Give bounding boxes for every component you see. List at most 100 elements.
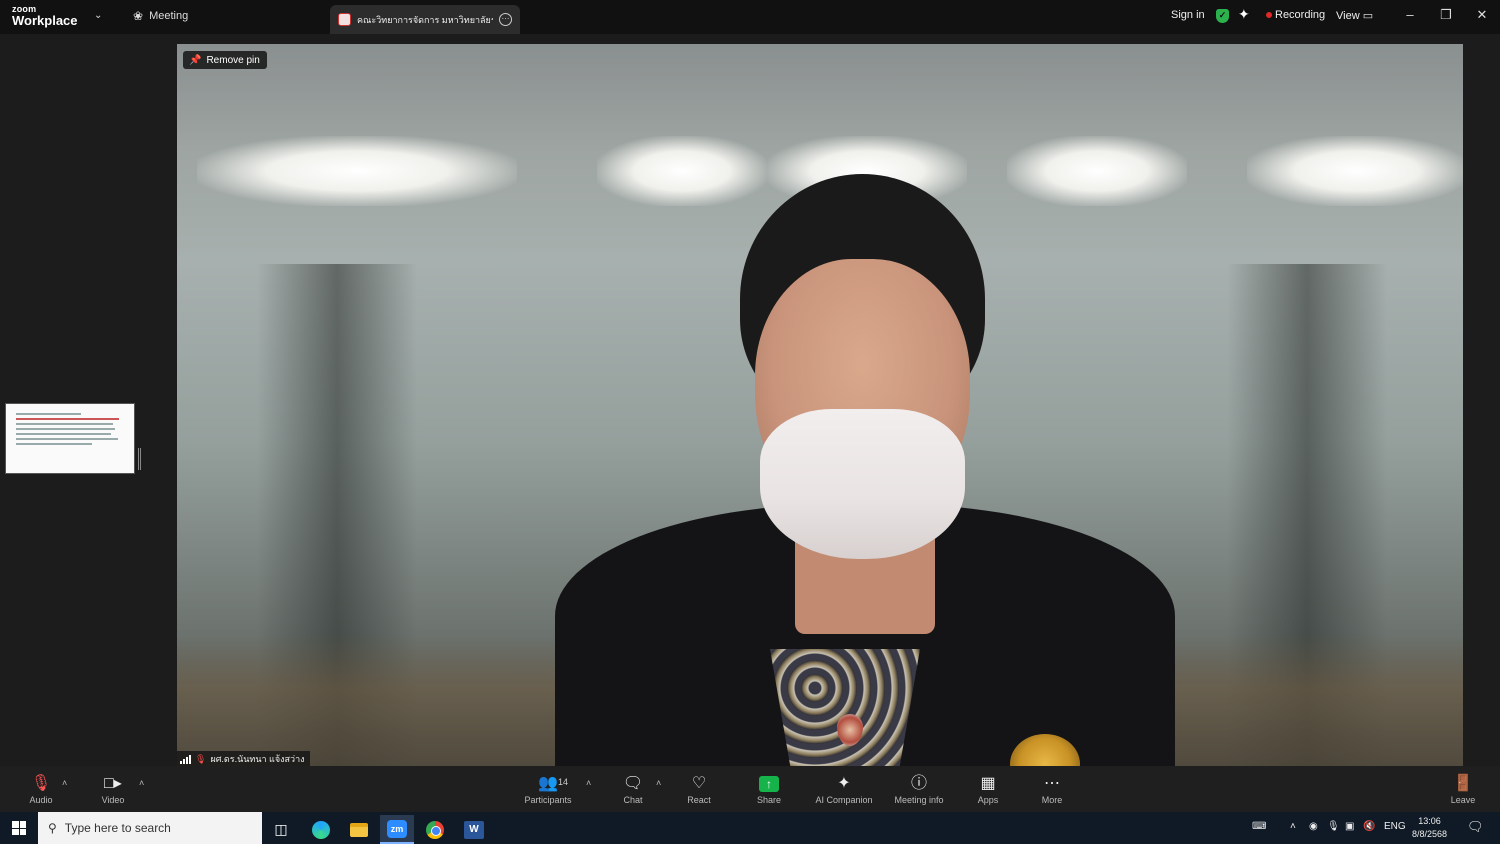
view-button[interactable]: View ▭ — [1336, 9, 1373, 22]
leave-icon: 🚪 — [1453, 775, 1473, 792]
tray-chevron-up-icon[interactable]: ˄ — [1290, 821, 1296, 832]
search-icon: ⚲ — [48, 821, 57, 835]
react-button[interactable]: ♡ React — [684, 774, 714, 805]
notification-icon[interactable]: 🗨 — [1467, 819, 1484, 835]
doc-line — [16, 423, 114, 425]
more-icon: ⋯ — [1044, 775, 1060, 792]
active-tab-title: คณะวิทยาการจัดการ มหาวิทยาลัยราชภัฏ — [357, 14, 493, 25]
taskbar-clock[interactable]: 13:06 8/8/2568 — [1412, 815, 1447, 841]
doc-line — [16, 443, 92, 445]
keyboard-icon[interactable]: ⌨ — [1252, 821, 1266, 832]
camera-icon[interactable]: ◉ — [1309, 821, 1318, 832]
doc-line — [16, 413, 81, 415]
network-icon[interactable]: ▣ — [1345, 821, 1354, 832]
favicon-icon — [338, 13, 351, 26]
chat-caret-icon[interactable]: ˄ — [656, 778, 661, 788]
audio-button[interactable]: 🎙 Audio — [26, 774, 56, 805]
close-icon[interactable]: ✕ — [1472, 7, 1492, 23]
meeting-info-label: Meeting info — [894, 795, 944, 805]
more-options-icon[interactable]: ⋯ — [499, 13, 512, 26]
more-button[interactable]: ⋯ More — [1037, 774, 1067, 805]
resize-handle[interactable] — [138, 448, 141, 470]
share-button[interactable]: ↑ Share — [752, 774, 786, 805]
share-label: Share — [756, 795, 782, 805]
restore-icon[interactable]: ❐ — [1436, 7, 1456, 23]
edge-browser-icon[interactable] — [304, 815, 338, 844]
more-label: More — [1041, 795, 1063, 805]
video-button[interactable]: □▸ Video — [98, 774, 128, 805]
view-label: View — [1336, 10, 1360, 22]
ai-sparkle-icon: ✦ — [837, 775, 851, 792]
search-placeholder: Type here to search — [64, 821, 171, 835]
chrome-browser-icon[interactable] — [418, 815, 452, 844]
pinned-video[interactable] — [177, 44, 1463, 766]
task-view-icon[interactable]: ◫ — [264, 815, 298, 844]
signal-bars-icon — [180, 754, 191, 764]
word-app-icon[interactable]: W — [457, 815, 491, 844]
meeting-toolbar: 🎙 Audio ˄ □▸ Video ˄ 👥 14 Participants ˄… — [0, 766, 1500, 812]
video-camera-icon: □▸ — [104, 775, 122, 792]
windows-start-icon[interactable] — [12, 821, 26, 835]
brand-workplace: Workplace — [12, 13, 78, 28]
recording-indicator[interactable]: Recording — [1266, 9, 1325, 21]
share-icon: ↑ — [752, 774, 786, 794]
chevron-down-icon[interactable]: ⌄ — [94, 10, 102, 21]
doc-line — [16, 428, 116, 430]
participants-button[interactable]: 👥 14 Participants — [520, 774, 576, 805]
clock-time: 13:06 — [1418, 816, 1441, 826]
participant-video-person — [555, 174, 1175, 766]
participant-name-tag: 🎙 ผศ.ดร.นันทนา แจ้งสว่าง — [177, 751, 310, 767]
tab-meeting[interactable]: ❀ Meeting — [133, 9, 188, 23]
muted-mic-icon: 🎙 — [195, 753, 207, 764]
leave-button[interactable]: 🚪 Leave — [1447, 774, 1479, 805]
doc-line — [16, 438, 118, 440]
recording-label: Recording — [1275, 9, 1326, 21]
windows-taskbar: ⚲ Type here to search ◫ zm W ⌨ ˄ ◉ 🎙 ▣ 🔇… — [0, 812, 1500, 844]
shield-check-icon[interactable]: ✓ — [1216, 9, 1229, 23]
tab-active-meeting[interactable]: คณะวิทยาการจัดการ มหาวิทยาลัยราชภัฏ ⋯ — [330, 5, 520, 34]
chat-button[interactable]: 🗨 Chat — [618, 774, 648, 805]
tab-meeting-label: Meeting — [149, 10, 189, 22]
input-language[interactable]: ENG — [1384, 821, 1406, 832]
audio-options-caret-icon[interactable]: ˄ — [62, 778, 67, 788]
mic-muted-icon: 🎙 — [30, 775, 52, 792]
zoom-workplace-logo: zoom Workplace — [12, 5, 78, 28]
ai-companion-label: AI Companion — [815, 795, 873, 805]
participant-name: ผศ.ดร.นันทนา แจ้งสว่าง — [210, 754, 305, 764]
recording-dot-icon — [1266, 12, 1272, 19]
meeting-info-button[interactable]: ⓘ Meeting info — [890, 774, 948, 805]
chat-label: Chat — [623, 795, 643, 805]
video-options-caret-icon[interactable]: ˄ — [139, 778, 144, 788]
remove-pin-button[interactable]: 📌 Remove pin — [183, 51, 267, 69]
speaker-muted-icon[interactable]: 🔇 — [1363, 821, 1375, 832]
chat-icon: 🗨 — [622, 775, 644, 792]
react-label: React — [687, 795, 711, 805]
ai-companion-button[interactable]: ✦ AI Companion — [812, 774, 876, 805]
blouse — [770, 649, 920, 766]
clock-date: 8/8/2568 — [1412, 829, 1448, 839]
taskbar-search[interactable]: ⚲ Type here to search — [38, 812, 262, 844]
view-layout-icon: ▭ — [1362, 10, 1374, 22]
heart-icon: ♡ — [691, 775, 707, 792]
doc-line — [16, 418, 119, 420]
zoom-app-icon[interactable]: zm — [380, 815, 414, 844]
video-label: Video — [101, 795, 125, 805]
apps-label: Apps — [977, 795, 999, 805]
participant-count: 14 — [558, 777, 569, 787]
ceiling-light — [1247, 136, 1463, 206]
microphone-icon[interactable]: 🎙 — [1327, 821, 1340, 832]
file-explorer-icon[interactable] — [342, 815, 376, 844]
apps-button[interactable]: ▦ Apps — [972, 774, 1004, 805]
minimize-icon[interactable]: – — [1400, 7, 1420, 22]
leave-label: Leave — [1450, 795, 1476, 805]
remove-pin-label: Remove pin — [206, 54, 260, 66]
meeting-stage — [0, 34, 1500, 766]
title-bar: zoom Workplace ⌄ ❀ Meeting คณะวิทยาการจั… — [0, 0, 1500, 34]
face-mask — [760, 409, 965, 559]
participants-caret-icon[interactable]: ˄ — [586, 778, 591, 788]
audio-label: Audio — [29, 795, 53, 805]
ai-sparkle-icon[interactable]: ✦ — [1238, 6, 1250, 23]
ceiling-light — [197, 136, 517, 206]
sign-in-button[interactable]: Sign in — [1171, 9, 1205, 21]
shared-screen-thumbnail[interactable] — [5, 403, 135, 474]
